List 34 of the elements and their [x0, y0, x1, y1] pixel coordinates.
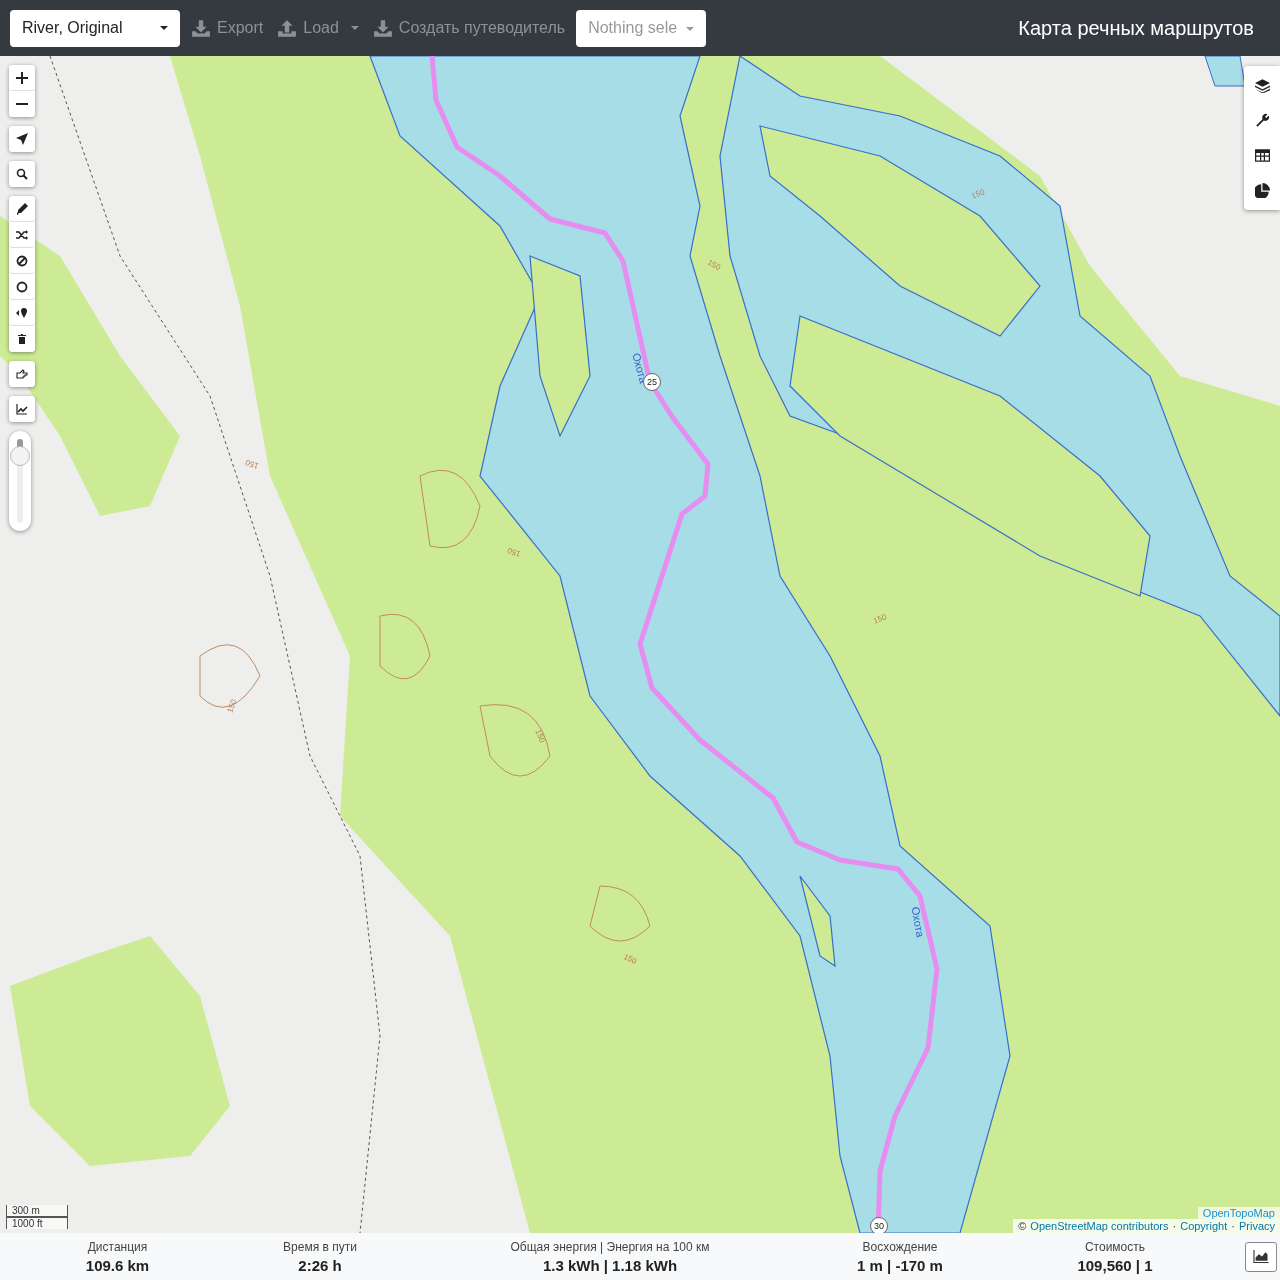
route-select[interactable]: Nothing sele — [576, 9, 707, 47]
contour-label: 150 — [244, 457, 260, 471]
separator: · — [1231, 1220, 1235, 1232]
stat-value: 1.3 kWh | 1.18 kWh — [542, 1256, 678, 1274]
stat-value: 1 m | -170 m — [857, 1256, 943, 1274]
contour-label: 150 — [225, 698, 239, 714]
contour-label: 150 — [506, 545, 522, 559]
stat-label: Общая энергия | Энергия на 100 км — [510, 1239, 710, 1254]
attribution-link[interactable]: Privacy — [1238, 1220, 1275, 1232]
scale-imperial: 1000 ft — [6, 1217, 68, 1229]
scale-metric: 300 m — [6, 1205, 68, 1217]
contour-label: 150 — [533, 728, 547, 744]
river-label: Охота — [909, 905, 927, 939]
contour-label: 150 — [705, 257, 723, 273]
attribution-link[interactable]: OpenStreetMap contributors — [1030, 1220, 1169, 1232]
separator: · — [1172, 1220, 1177, 1232]
contour-label: 150 — [970, 187, 986, 201]
stat-value: 109,560 | 1 — [1077, 1256, 1153, 1274]
toolbar-button[interactable]: Export — [188, 18, 267, 38]
stat-label: Время в пути — [283, 1239, 357, 1254]
stat-label: Стоимость — [1084, 1239, 1146, 1254]
layer-attribution: OpenTopoMap — [1197, 1207, 1280, 1219]
contour-label: 150 — [872, 612, 888, 626]
stat-value: 109.6 km — [85, 1256, 150, 1274]
profile-select[interactable]: River, Original — [10, 9, 180, 47]
stat-label: Восхождение — [862, 1239, 938, 1254]
copyright-sign: © — [1018, 1220, 1027, 1232]
app-title: Карта речных маршрутов — [1018, 16, 1255, 40]
contour-label: 150 — [622, 952, 638, 966]
stat-label: Дистанция — [87, 1239, 148, 1254]
stat-value: 2:26 h — [298, 1256, 342, 1274]
toolbar-button[interactable]: Load — [274, 18, 362, 38]
toolbar-button[interactable]: Создать путеводитель — [369, 18, 569, 38]
attribution-link[interactable]: Copyright — [1180, 1220, 1228, 1232]
